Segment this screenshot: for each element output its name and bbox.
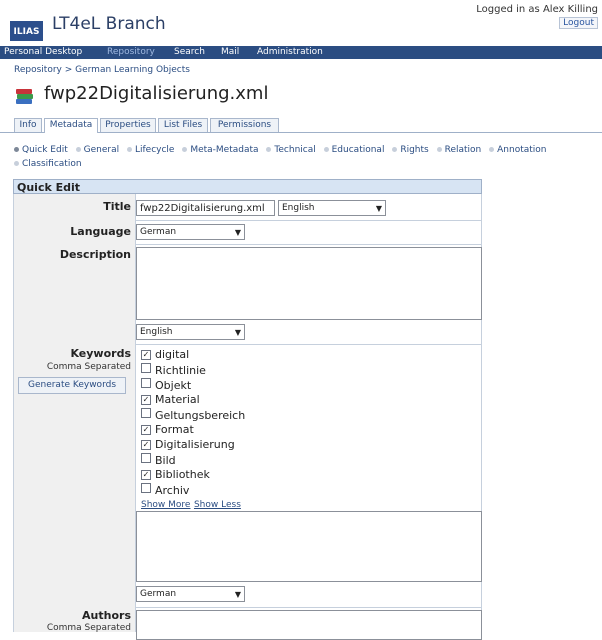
- keyword-item[interactable]: ✓ Material: [141, 393, 200, 406]
- generate-keywords-button[interactable]: Generate Keywords: [18, 377, 126, 394]
- authors-textarea[interactable]: [136, 610, 482, 640]
- keyword-item[interactable]: Bild: [141, 453, 176, 467]
- keywords-hint: Comma Separated: [46, 362, 131, 372]
- checkbox[interactable]: ✓: [141, 395, 151, 405]
- menu-personal-desktop[interactable]: Personal Desktop: [4, 47, 82, 57]
- keyword-item[interactable]: ✓ digital: [141, 348, 189, 361]
- subtab-educational[interactable]: Educational: [323, 145, 384, 155]
- description-language-select[interactable]: English ▼: [136, 324, 245, 340]
- subtab-relation[interactable]: Relation: [436, 145, 481, 155]
- login-box: Logged in as Alex Killing Logout: [476, 4, 598, 29]
- show-less-link[interactable]: Show Less: [194, 500, 241, 510]
- keywords-language-select[interactable]: German ▼: [136, 586, 245, 602]
- keyword-item[interactable]: ✓ Format: [141, 423, 194, 436]
- subtab-meta-metadata[interactable]: Meta-Metadata: [182, 145, 259, 155]
- bullet-icon: [436, 147, 442, 152]
- header: ILIAS LT4eL Branch Logged in as Alex Kil…: [0, 0, 602, 46]
- chevron-down-icon: ▼: [375, 204, 382, 213]
- subtab-general[interactable]: General: [75, 145, 119, 155]
- subtab-quick-edit[interactable]: Quick Edit: [14, 145, 68, 155]
- title-label: Title: [103, 200, 131, 213]
- logout-button[interactable]: Logout: [559, 17, 598, 29]
- bullet-icon: [182, 147, 188, 152]
- checkbox[interactable]: [141, 408, 151, 418]
- show-links: Show More Show Less: [141, 497, 241, 510]
- authors-row: Authors Comma Separated: [14, 607, 482, 640]
- tab-properties[interactable]: Properties: [100, 118, 156, 132]
- language-label: Language: [70, 225, 131, 238]
- checkbox[interactable]: [141, 378, 151, 388]
- menu-mail[interactable]: Mail: [221, 47, 239, 57]
- app-title: LT4eL Branch: [52, 14, 166, 34]
- checkbox[interactable]: [141, 453, 151, 463]
- keywords-label: Keywords: [70, 347, 131, 360]
- language-row: Language German ▼: [14, 220, 481, 245]
- page-title: fwp22Digitalisierung.xml: [44, 83, 269, 104]
- chevron-down-icon: ▼: [234, 228, 241, 237]
- learning-object-icon: [16, 89, 33, 104]
- menu-repository[interactable]: Repository: [107, 47, 155, 57]
- subtab-classification[interactable]: Classification: [14, 159, 82, 169]
- checkbox[interactable]: ✓: [141, 425, 151, 435]
- checkbox[interactable]: ✓: [141, 440, 151, 450]
- breadcrumb[interactable]: Repository > German Learning Objects: [14, 65, 190, 75]
- subtab-lifecycle[interactable]: Lifecycle: [126, 145, 174, 155]
- description-label: Description: [59, 248, 131, 261]
- tab-metadata[interactable]: Metadata: [44, 118, 98, 133]
- tab-list-files[interactable]: List Files: [158, 118, 208, 132]
- bullet-icon: [126, 147, 132, 152]
- keyword-item[interactable]: Archiv: [141, 483, 189, 497]
- menu-administration[interactable]: Administration: [257, 47, 323, 57]
- keywords-row: Keywords Comma Separated Generate Keywor…: [14, 344, 482, 608]
- bullet-icon: [266, 147, 272, 152]
- checkbox[interactable]: ✓: [141, 470, 151, 480]
- keyword-item[interactable]: ✓ Digitalisierung: [141, 438, 235, 451]
- keyword-item[interactable]: ✓ Bibliothek: [141, 468, 210, 481]
- checkbox[interactable]: [141, 363, 151, 373]
- menu-search[interactable]: Search: [174, 47, 205, 57]
- quick-edit-header: Quick Edit: [13, 179, 482, 194]
- subtab-annotation[interactable]: Annotation: [489, 145, 546, 155]
- keyword-item[interactable]: Objekt: [141, 378, 191, 392]
- subtab-technical[interactable]: Technical: [266, 145, 316, 155]
- keywords-textarea[interactable]: [136, 511, 482, 582]
- subtab-bar: Quick Edit General Lifecycle Meta-Metada…: [14, 143, 589, 171]
- tab-permissions[interactable]: Permissions: [210, 118, 279, 132]
- title-row: Title fwp22Digitalisierung.xml English ▼: [14, 194, 481, 221]
- description-textarea[interactable]: [136, 247, 482, 320]
- bullet-icon: [14, 147, 19, 152]
- logged-in-text: Logged in as Alex Killing: [476, 4, 598, 15]
- description-row: Description English ▼: [14, 244, 482, 345]
- ilias-logo: ILIAS: [10, 21, 43, 41]
- main-menu: Personal Desktop Repository Search Mail …: [0, 46, 602, 59]
- tab-info[interactable]: Info: [14, 118, 42, 132]
- bullet-icon: [323, 147, 329, 152]
- checkbox[interactable]: [141, 483, 151, 493]
- subtab-rights[interactable]: Rights: [392, 145, 429, 155]
- bullet-icon: [75, 147, 81, 152]
- bullet-icon: [392, 147, 398, 152]
- chevron-down-icon: ▼: [234, 590, 241, 599]
- show-more-link[interactable]: Show More: [141, 500, 190, 510]
- keyword-item[interactable]: Richtlinie: [141, 363, 206, 377]
- title-input[interactable]: fwp22Digitalisierung.xml: [136, 200, 275, 216]
- tab-bar: Info Metadata Properties List Files Perm…: [0, 117, 602, 133]
- quick-edit-form: Title fwp22Digitalisierung.xml English ▼ …: [13, 194, 482, 640]
- authors-label: Authors: [82, 609, 131, 622]
- checkbox[interactable]: ✓: [141, 350, 151, 360]
- chevron-down-icon: ▼: [234, 328, 241, 337]
- bullet-icon: [14, 161, 19, 166]
- bullet-icon: [489, 147, 495, 152]
- title-language-select[interactable]: English ▼: [278, 200, 386, 216]
- keyword-item[interactable]: Geltungsbereich: [141, 408, 245, 422]
- language-select[interactable]: German ▼: [136, 224, 245, 240]
